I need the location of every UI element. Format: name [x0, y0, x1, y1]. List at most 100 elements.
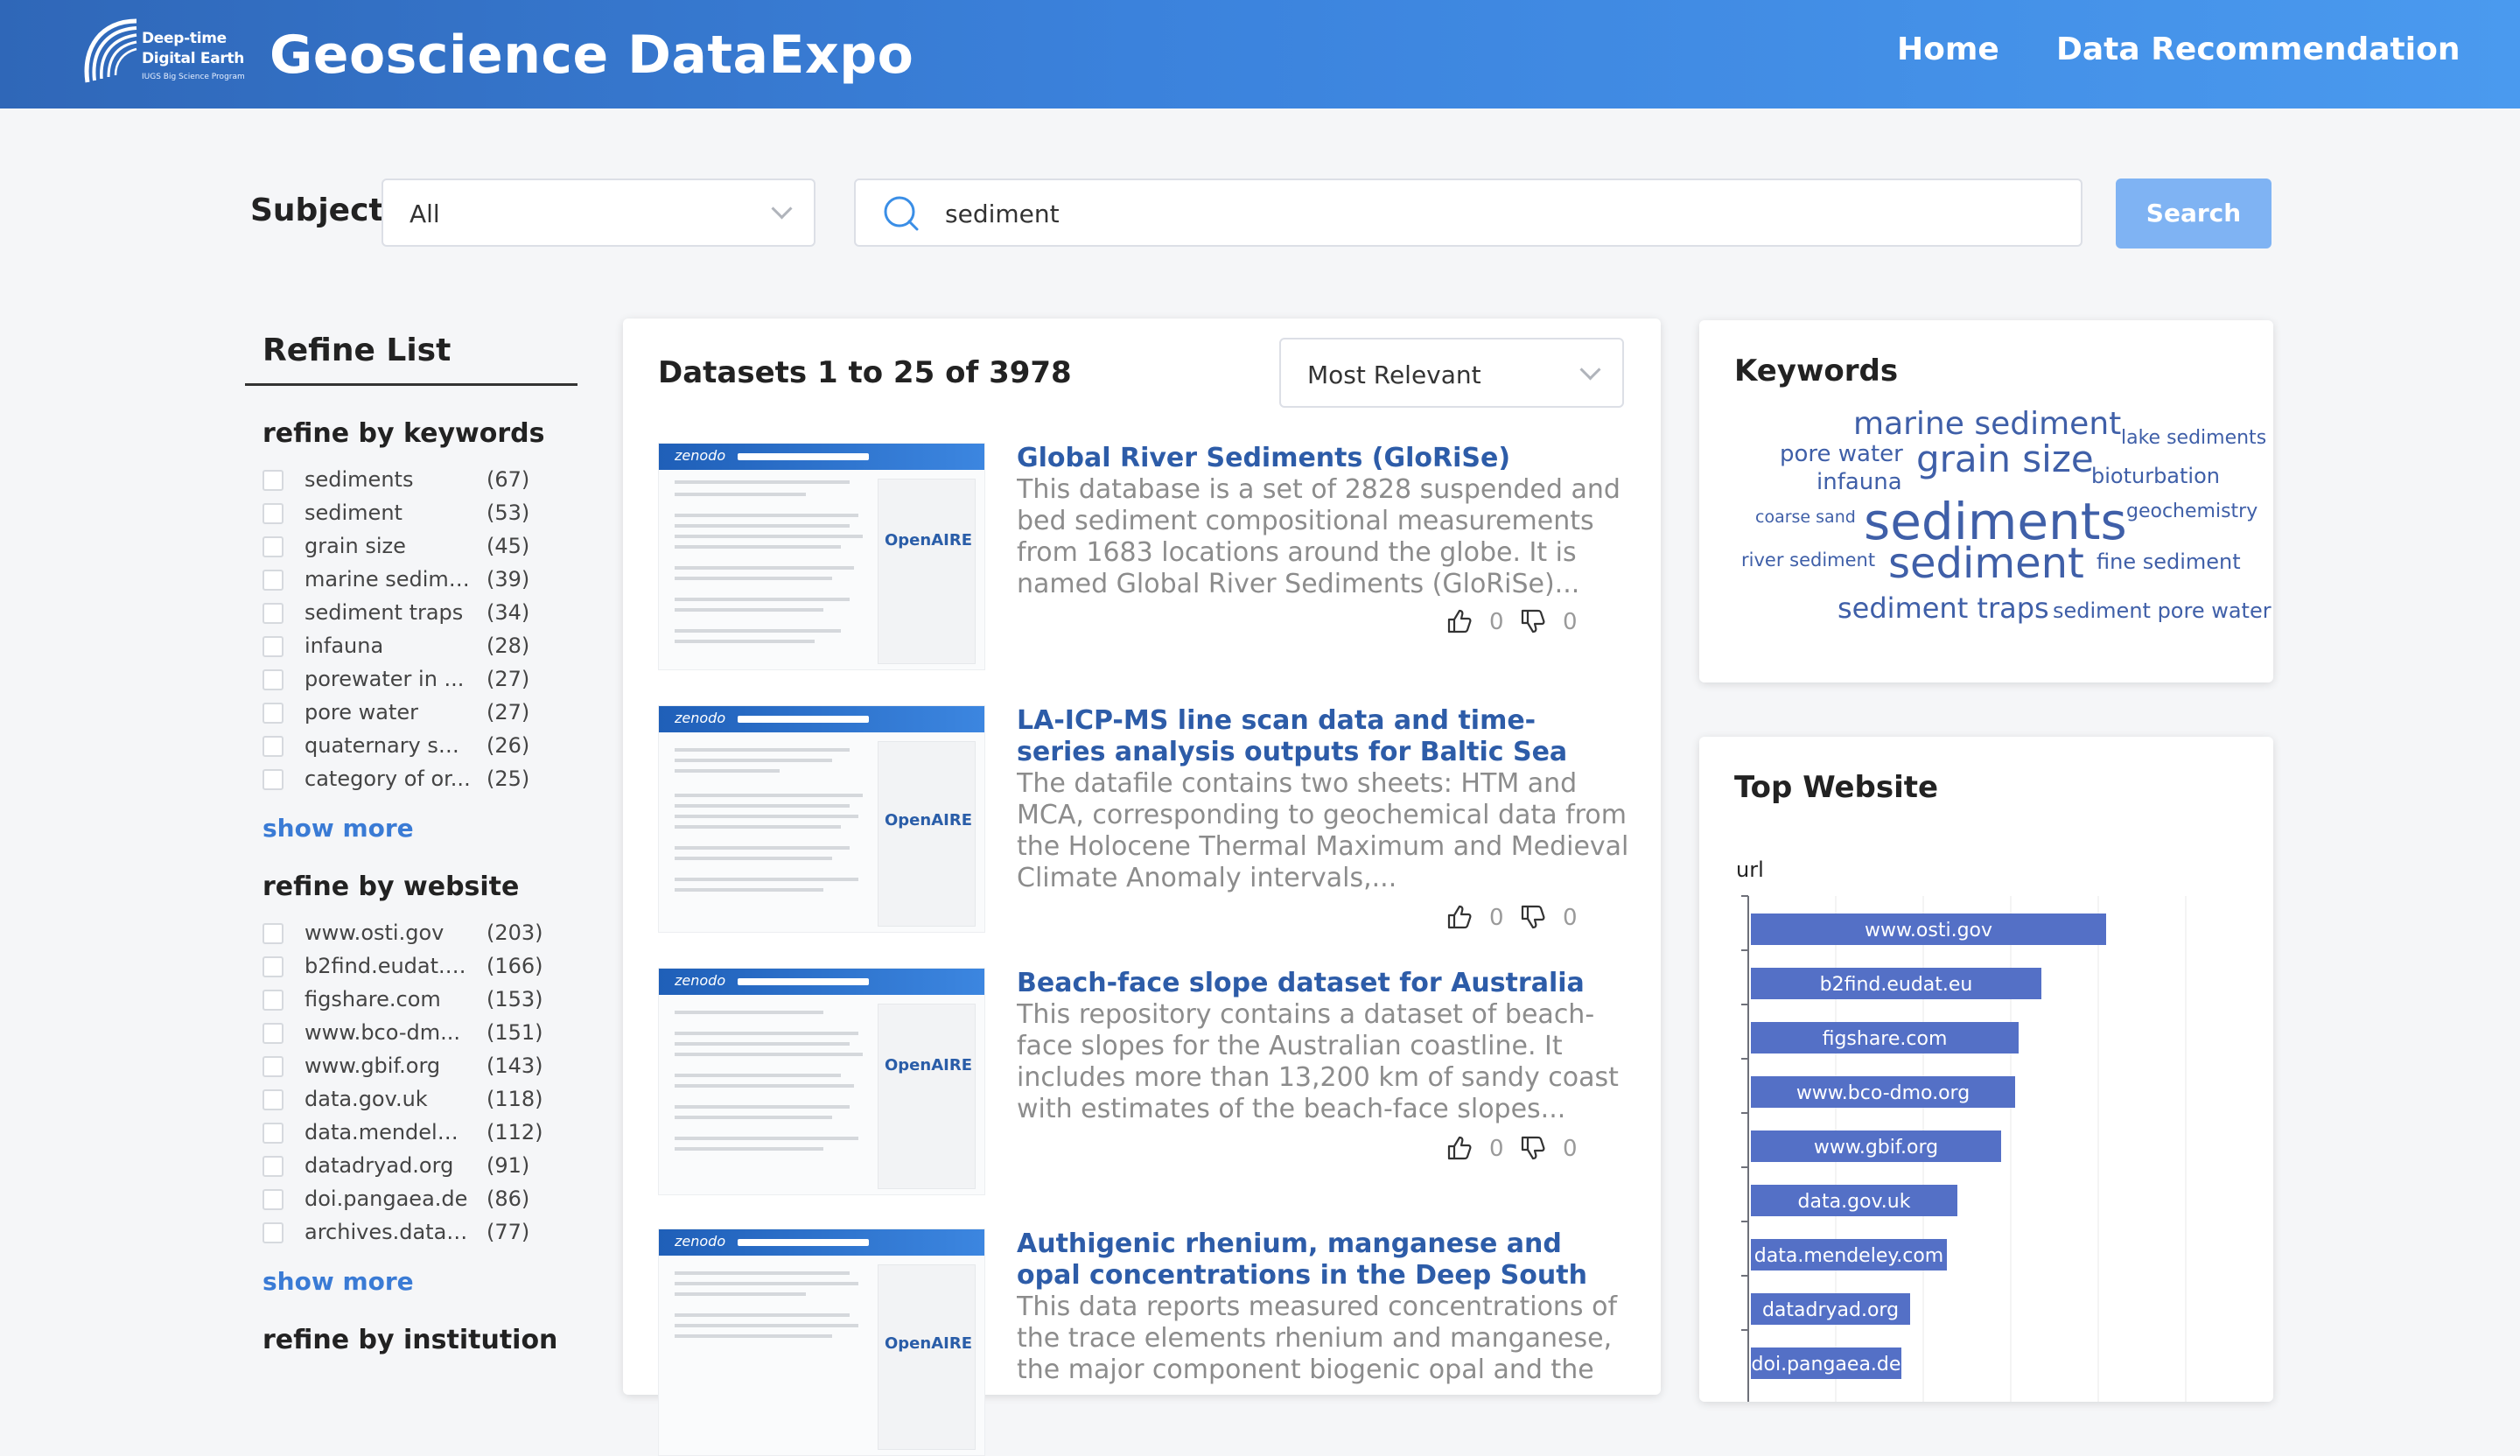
website-facet-row[interactable]: www.gbif.org (143) [262, 1054, 543, 1082]
keyword-facet-row[interactable]: quaternary sed... (26) [262, 733, 542, 761]
result-description: This database is a set of 2828 suspended… [1017, 474, 1620, 599]
website-facet-row[interactable]: archives.datap... (77) [262, 1220, 542, 1248]
result-title[interactable]: Beach-face slope dataset for Australia [1017, 968, 1620, 999]
checkbox[interactable] [262, 636, 284, 657]
keyword-cloud-item[interactable]: grain size [1916, 438, 2094, 480]
site-title[interactable]: Geoscience DataExpo [270, 24, 914, 86]
checkbox[interactable] [262, 470, 284, 491]
search-icon [884, 196, 919, 231]
facet-name: sediments [304, 467, 414, 492]
keyword-facet-row[interactable]: grain size (45) [262, 534, 542, 562]
keyword-facet-row[interactable]: category of or... (25) [262, 766, 542, 794]
thumbs-down-icon[interactable] [1519, 607, 1547, 635]
thumbs-up-icon[interactable] [1446, 903, 1474, 931]
nav-data-recommendation[interactable]: Data Recommendation [2056, 32, 2460, 67]
result-thumbnail[interactable]: zenodo OpenAIRE [658, 968, 985, 1195]
checkbox[interactable] [262, 570, 284, 591]
nav-home[interactable]: Home [1897, 32, 1999, 67]
datasets-count-header: Datasets 1 to 25 of 3978 [658, 355, 1072, 390]
website-facet-row[interactable]: www.bco-dm... (151) [262, 1020, 543, 1048]
upvote-count: 0 [1489, 905, 1504, 931]
checkbox[interactable] [262, 990, 284, 1011]
refine-website-title: refine by website [262, 872, 520, 902]
checkbox[interactable] [262, 1023, 284, 1044]
website-facet-row[interactable]: figshare.com (153) [262, 987, 543, 1015]
sort-select[interactable]: Most Relevant [1279, 338, 1624, 408]
checkbox[interactable] [262, 1189, 284, 1210]
checkbox[interactable] [262, 923, 284, 944]
website-facet-row[interactable]: doi.pangaea.de (86) [262, 1186, 542, 1214]
result-title[interactable]: Global River Sediments (GloRiSe) [1017, 443, 1620, 474]
checkbox[interactable] [262, 956, 284, 977]
website-facet-row[interactable]: www.osti.gov (203) [262, 920, 543, 948]
keyword-cloud-item[interactable]: marine sediment [1853, 406, 2121, 442]
top-header: Deep-time Digital Earth IUGS Big Science… [0, 0, 2520, 108]
keyword-cloud-item[interactable]: lake sediments [2121, 427, 2266, 449]
checkbox[interactable] [262, 769, 284, 790]
thumbs-up-icon[interactable] [1446, 607, 1474, 635]
keyword-facet-row[interactable]: marine sedime... (39) [262, 567, 542, 595]
keyword-cloud-item[interactable]: pore water [1780, 441, 1903, 467]
keyword-cloud-item[interactable]: geochemistry [2126, 500, 2258, 522]
thumbs-down-icon[interactable] [1519, 903, 1547, 931]
keyword-facet-row[interactable]: pore water (27) [262, 700, 542, 728]
result-title[interactable]: Authigenic rhenium, manganese and opal c… [1017, 1228, 1620, 1292]
refine-institution-title: refine by institution [262, 1325, 558, 1355]
facet-name: pore water [304, 700, 419, 724]
facet-count: (34) [486, 600, 530, 625]
checkbox[interactable] [262, 536, 284, 557]
show-more-websites[interactable]: show more [262, 1267, 414, 1296]
keyword-cloud-item[interactable]: river sediment [1741, 550, 1875, 570]
result-title[interactable]: LA-ICP-MS line scan data and time-series… [1017, 705, 1620, 768]
logo[interactable]: Deep-time Digital Earth IUGS Big Science… [75, 12, 250, 96]
checkbox[interactable] [262, 1123, 284, 1144]
checkbox[interactable] [262, 503, 284, 524]
checkbox[interactable] [262, 603, 284, 624]
website-facet-row[interactable]: b2find.eudat.eu (166) [262, 954, 543, 982]
chart-bar-label: b2find.eudat.eu [1820, 974, 1973, 996]
result-thumbnail[interactable]: zenodo OpenAIRE [658, 1228, 985, 1456]
result-thumbnail[interactable]: zenodo OpenAIRE [658, 443, 985, 670]
keyword-cloud-item[interactable]: bioturbation [2091, 464, 2220, 488]
result-item: zenodo OpenAIRE Beach-face slope dataset… [658, 968, 1629, 1204]
chart-bar-label: data.gov.uk [1798, 1191, 1911, 1213]
upvote-count: 0 [1489, 1136, 1504, 1162]
result-votes: 0 0 [1446, 903, 1620, 934]
checkbox[interactable] [262, 1222, 284, 1243]
thumbs-down-icon[interactable] [1519, 1134, 1547, 1162]
result-thumbnail[interactable]: zenodo OpenAIRE [658, 705, 985, 933]
keyword-facet-row[interactable]: infauna (28) [262, 634, 542, 662]
chart-bar-label: www.gbif.org [1814, 1137, 1938, 1158]
keyword-cloud-item[interactable]: fine sediment [2096, 550, 2241, 574]
result-description: This data reports measured concentration… [1017, 1292, 1618, 1385]
checkbox[interactable] [262, 669, 284, 690]
facet-count: (112) [486, 1120, 543, 1144]
checkbox[interactable] [262, 1089, 284, 1110]
keyword-facet-row[interactable]: sediments (67) [262, 467, 542, 495]
facet-name: sediment [304, 500, 402, 525]
facet-name: data.gov.uk [304, 1087, 428, 1111]
checkbox[interactable] [262, 736, 284, 757]
refine-keywords-title: refine by keywords [262, 418, 545, 449]
checkbox[interactable] [262, 1156, 284, 1177]
subject-select[interactable]: All [382, 178, 816, 247]
website-facet-row[interactable]: data.gov.uk (118) [262, 1087, 543, 1115]
search-button[interactable]: Search [2116, 178, 2272, 248]
show-more-keywords[interactable]: show more [262, 814, 414, 843]
result-item: zenodo OpenAIRE Authigenic rhenium, mang… [658, 1228, 1629, 1456]
keyword-cloud-item[interactable]: sediment [1888, 539, 2084, 588]
keyword-cloud-item[interactable]: sediment traps [1838, 592, 2049, 625]
search-box[interactable] [854, 178, 2082, 247]
keyword-cloud-item[interactable]: sediment pore water [2053, 598, 2272, 623]
checkbox[interactable] [262, 703, 284, 724]
website-facet-row[interactable]: data.mendeley... (112) [262, 1120, 543, 1148]
website-facet-row[interactable]: datadryad.org (91) [262, 1153, 542, 1181]
keyword-cloud-item[interactable]: coarse sand [1755, 508, 1856, 527]
keyword-facet-row[interactable]: sediment traps (34) [262, 600, 542, 628]
thumbs-up-icon[interactable] [1446, 1134, 1474, 1162]
keyword-facet-row[interactable]: sediment (53) [262, 500, 542, 528]
result-item: zenodo OpenAIRE LA-ICP-MS line scan data… [658, 705, 1629, 959]
search-input[interactable] [943, 192, 2049, 234]
keyword-facet-row[interactable]: porewater in ... (27) [262, 667, 542, 695]
checkbox[interactable] [262, 1056, 284, 1077]
